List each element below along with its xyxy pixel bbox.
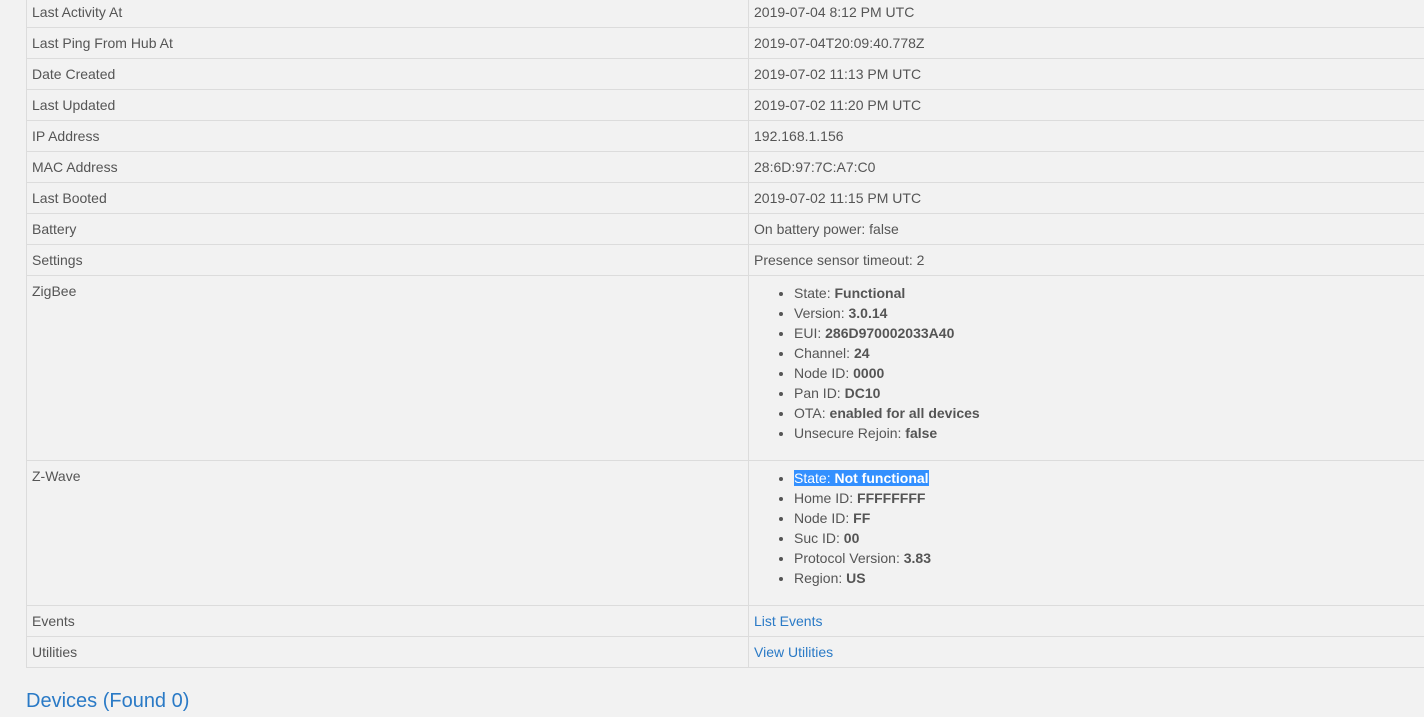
list-item: State: Not functional [794,468,1424,488]
row-label: Date Created [26,58,749,90]
list-item: Unsecure Rejoin: false [794,423,1424,443]
item-value: FF [853,510,871,526]
item-key: Unsecure Rejoin: [794,425,906,441]
row-value: 2019-07-04T20:09:40.778Z [748,27,1424,59]
row-label: Z-Wave [26,460,749,606]
row-value: List Events [748,605,1424,637]
item-value: 286D970002033A40 [825,325,955,341]
row-label: ZigBee [26,275,749,461]
table-row: Last Updated 2019-07-02 11:20 PM UTC [26,89,1424,121]
item-key: Suc ID: [794,530,844,546]
list-events-link[interactable]: List Events [754,613,822,629]
table-row: MAC Address 28:6D:97:7C:A7:C0 [26,151,1424,183]
row-value: 192.168.1.156 [748,120,1424,152]
row-value: View Utilities [748,636,1424,668]
row-label: Last Activity At [26,0,749,28]
item-key: Channel: [794,345,854,361]
item-key: Protocol Version: [794,550,904,566]
table-row: Date Created 2019-07-02 11:13 PM UTC [26,58,1424,90]
list-item: OTA: enabled for all devices [794,403,1424,423]
row-value: Presence sensor timeout: 2 [748,244,1424,276]
item-key: EUI: [794,325,826,341]
list-item: State: Functional [794,283,1424,303]
row-label: IP Address [26,120,749,152]
row-value: 2019-07-04 8:12 PM UTC [748,0,1424,28]
row-label: Events [26,605,749,637]
item-value: 00 [843,530,860,546]
list-item: EUI: 286D970002033A40 [794,323,1424,343]
item-key: Region: [794,570,847,586]
row-label: Settings [26,244,749,276]
row-label: Utilities [26,636,749,668]
list-item: Suc ID: 00 [794,528,1424,548]
table-row: Settings Presence sensor timeout: 2 [26,244,1424,276]
table-row: IP Address 192.168.1.156 [26,120,1424,152]
list-item: Node ID: 0000 [794,363,1424,383]
events-row: Events List Events [26,605,1424,637]
list-item: Pan ID: DC10 [794,383,1424,403]
item-key: Node ID: [794,510,854,526]
item-value: 0000 [853,365,885,381]
row-value: 28:6D:97:7C:A7:C0 [748,151,1424,183]
zigbee-row: ZigBee State: Functional Version: 3.0.14… [26,275,1424,461]
list-item: Region: US [794,568,1424,588]
item-value: US [846,570,866,586]
row-label: Last Ping From Hub At [26,27,749,59]
item-value: DC10 [844,385,881,401]
row-value: On battery power: false [748,213,1424,245]
hub-details-page: Last Activity At 2019-07-04 8:12 PM UTC … [0,0,1424,717]
item-value: FFFFFFFF [857,490,926,506]
hub-details-table: Last Activity At 2019-07-04 8:12 PM UTC … [26,0,1424,668]
row-value: 2019-07-02 11:20 PM UTC [748,89,1424,121]
item-value: 3.83 [903,550,931,566]
item-value: 3.0.14 [848,305,888,321]
zwave-row: Z-Wave State: Not functional Home ID: FF… [26,460,1424,606]
table-row: Last Booted 2019-07-02 11:15 PM UTC [26,182,1424,214]
list-item: Protocol Version: 3.83 [794,548,1424,568]
item-value: Functional [834,285,906,301]
table-row: Last Activity At 2019-07-04 8:12 PM UTC [26,0,1424,28]
zigbee-details: State: Functional Version: 3.0.14 EUI: 2… [748,275,1424,461]
item-value: false [905,425,938,441]
item-key: State: [794,470,835,486]
item-value: enabled for all devices [829,405,980,421]
row-label: Last Updated [26,89,749,121]
item-key: State: [794,285,835,301]
item-key: Pan ID: [794,385,845,401]
zwave-list: State: Not functional Home ID: FFFFFFFF … [754,468,1424,599]
item-key: OTA: [794,405,830,421]
utilities-row: Utilities View Utilities [26,636,1424,668]
view-utilities-link[interactable]: View Utilities [754,644,833,660]
item-value: Not functional [834,470,929,486]
row-label: MAC Address [26,151,749,183]
item-key: Version: [794,305,849,321]
selected-text[interactable]: State: Not functional [794,470,929,486]
zigbee-list: State: Functional Version: 3.0.14 EUI: 2… [754,283,1424,454]
row-label: Last Booted [26,182,749,214]
row-value: 2019-07-02 11:15 PM UTC [748,182,1424,214]
list-item: Version: 3.0.14 [794,303,1424,323]
row-label: Battery [26,213,749,245]
item-value: 24 [853,345,870,361]
list-item: Node ID: FF [794,508,1424,528]
list-item: Channel: 24 [794,343,1424,363]
devices-heading[interactable]: Devices (Found 0) [26,689,189,713]
table-row: Last Ping From Hub At 2019-07-04T20:09:4… [26,27,1424,59]
list-item: Home ID: FFFFFFFF [794,488,1424,508]
row-value: 2019-07-02 11:13 PM UTC [748,58,1424,90]
zwave-details: State: Not functional Home ID: FFFFFFFF … [748,460,1424,606]
item-key: Home ID: [794,490,858,506]
item-key: Node ID: [794,365,854,381]
table-row: Battery On battery power: false [26,213,1424,245]
